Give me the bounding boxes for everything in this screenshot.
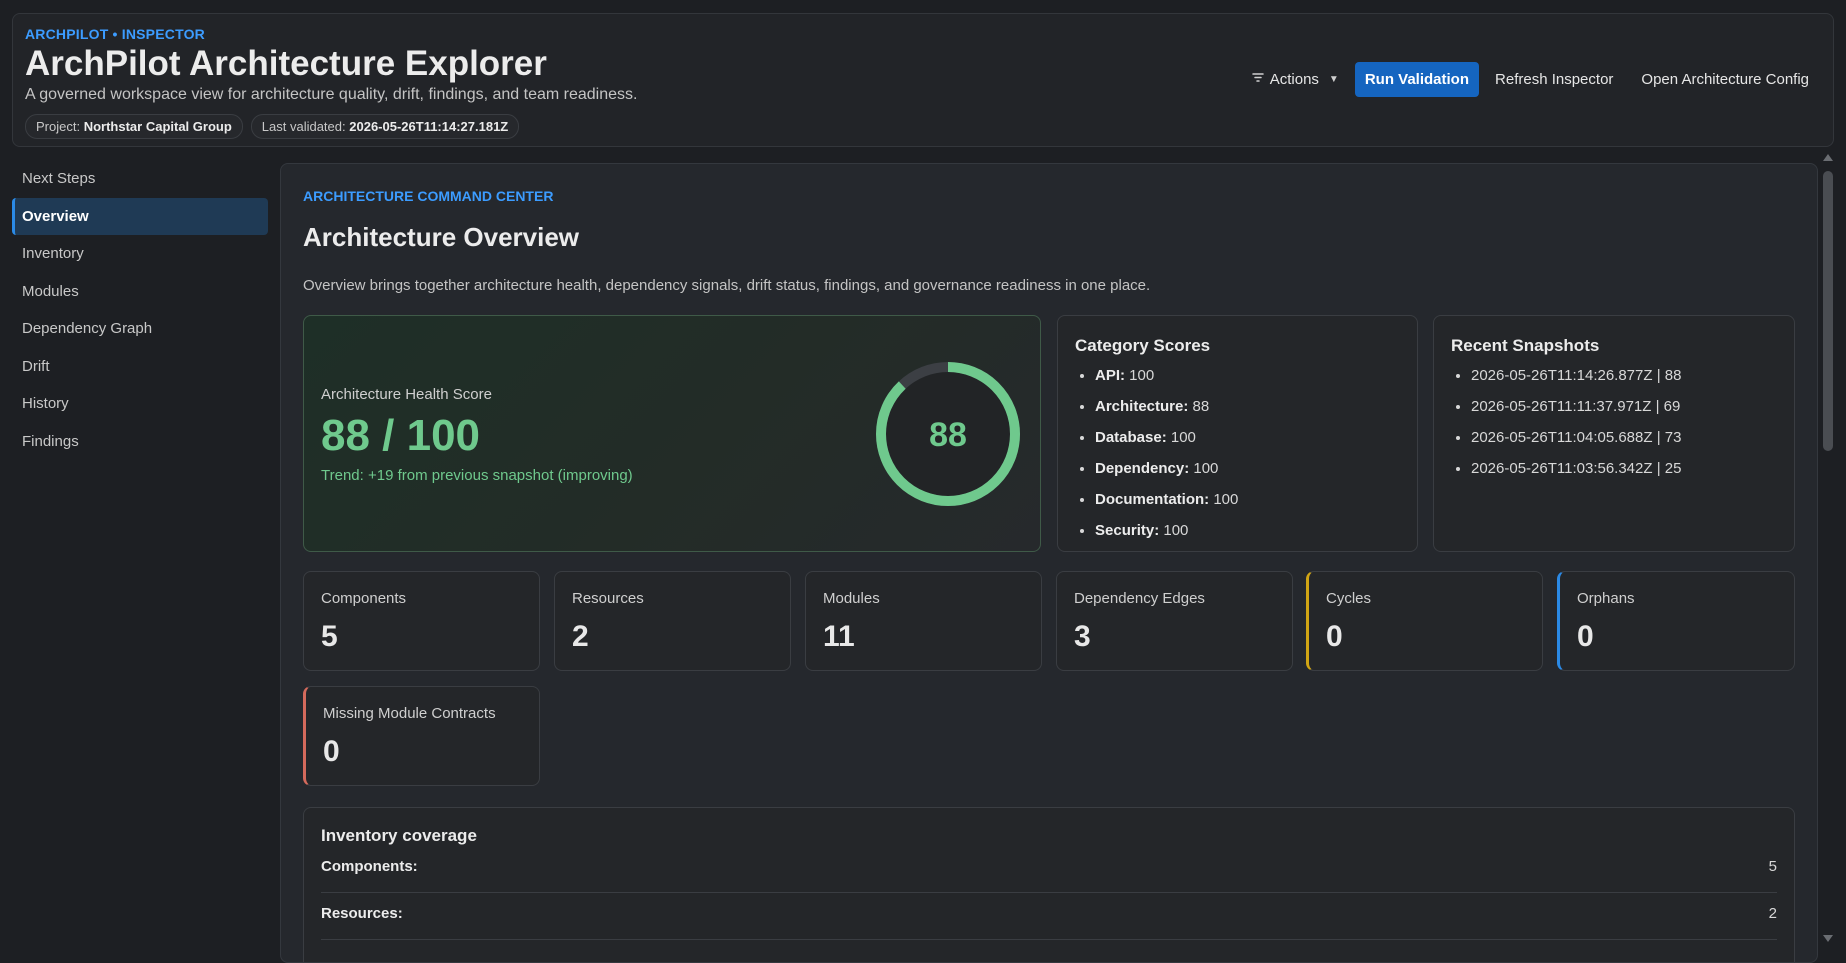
stat-card-orphans: Orphans 0 xyxy=(1557,571,1795,671)
page-title: Architecture Overview xyxy=(303,222,580,252)
health-gauge: 88 xyxy=(876,362,1020,506)
sidebar-item-overview[interactable]: Overview xyxy=(12,197,268,235)
refresh-inspector-button[interactable]: Refresh Inspector xyxy=(1483,62,1625,97)
page-scrollbar[interactable] xyxy=(1820,152,1836,942)
stat-card-modules: Modules 11 xyxy=(805,571,1042,671)
health-score-label: Architecture Health Score xyxy=(321,386,492,403)
stat-card-components: Components 5 xyxy=(303,571,540,671)
category-name: Architecture: xyxy=(1095,398,1189,415)
sidebar-item-modules[interactable]: Modules xyxy=(12,273,268,311)
health-trend: Trend: +19 from previous snapshot (impro… xyxy=(321,467,633,484)
stat-value: 0 xyxy=(1326,620,1343,653)
recent-snapshots-card: Recent Snapshots 2026-05-26T11:14:26.877… xyxy=(1433,315,1795,552)
list-item: Security: 100 xyxy=(1095,515,1238,546)
app-title: ArchPilot Architecture Explorer xyxy=(25,44,547,83)
stat-label: Missing Module Contracts xyxy=(323,705,496,722)
app-header: ARCHPILOT • INSPECTOR ArchPilot Architec… xyxy=(12,13,1834,147)
category-name: API: xyxy=(1095,367,1125,384)
sidebar-item-history[interactable]: History xyxy=(12,385,268,423)
stat-label: Resources xyxy=(572,590,644,607)
stat-label: Orphans xyxy=(1577,590,1635,607)
section-eyebrow: ARCHITECTURE COMMAND CENTER xyxy=(303,188,554,204)
validated-label: Last validated: xyxy=(261,119,346,134)
actions-label: Actions xyxy=(1269,71,1319,88)
list-item: Documentation: 100 xyxy=(1095,484,1238,515)
meta-pills: Project: Northstar Capital Group Last va… xyxy=(25,114,520,139)
category-value: 100 xyxy=(1193,460,1219,477)
sidebar-item-inventory[interactable]: Inventory xyxy=(12,235,268,273)
stat-value: 0 xyxy=(1577,620,1594,653)
list-item: Architecture: 88 xyxy=(1095,391,1238,422)
list-item: 2026-05-26T11:04:05.688Z | 73 xyxy=(1471,422,1681,453)
actions-menu-button[interactable]: Actions ▼ xyxy=(1240,62,1351,97)
filter-icon xyxy=(1251,72,1264,87)
category-name: Security: xyxy=(1095,522,1160,539)
project-pill: Project: Northstar Capital Group xyxy=(25,114,243,139)
main-panel: ARCHITECTURE COMMAND CENTER Architecture… xyxy=(280,163,1818,963)
project-label: Project: xyxy=(36,119,81,134)
category-value: 88 xyxy=(1192,398,1210,415)
category-scores-card: Category Scores API: 100 Architecture: 8… xyxy=(1057,315,1418,552)
scroll-thumb[interactable] xyxy=(1823,171,1833,451)
chevron-down-icon: ▼ xyxy=(1328,74,1339,85)
inventory-coverage-title: Inventory coverage xyxy=(321,826,477,845)
stat-card-missing-module-contracts: Missing Module Contracts 0 xyxy=(303,686,540,786)
open-config-button[interactable]: Open Architecture Config xyxy=(1629,62,1821,97)
table-row: Components: 5 xyxy=(321,846,1777,893)
list-item: Database: 100 xyxy=(1095,422,1238,453)
page-description: Overview brings together architecture he… xyxy=(303,277,1151,294)
stat-label: Cycles xyxy=(1326,590,1372,607)
validated-value: 2026-05-26T11:14:27.181Z xyxy=(349,119,509,134)
list-item: API: 100 xyxy=(1095,360,1238,391)
stat-value: 11 xyxy=(823,620,855,653)
inventory-row-label: Components: xyxy=(321,858,418,875)
category-scores-list: API: 100 Architecture: 88 Database: 100 … xyxy=(1075,360,1238,546)
validated-pill: Last validated: 2026-05-26T11:14:27.181Z xyxy=(250,114,520,139)
category-value: 100 xyxy=(1163,522,1189,539)
category-value: 100 xyxy=(1170,429,1196,446)
header-toolbar: Actions ▼ Run Validation Refresh Inspect… xyxy=(1240,62,1821,97)
stat-card-resources: Resources 2 xyxy=(554,571,791,671)
stat-value: 3 xyxy=(1074,620,1091,653)
scroll-down-arrow-icon[interactable] xyxy=(1823,935,1833,942)
stat-value: 5 xyxy=(321,620,338,653)
stat-card-cycles: Cycles 0 xyxy=(1306,571,1543,671)
stat-label: Modules xyxy=(823,590,880,607)
snapshots-list: 2026-05-26T11:14:26.877Z | 88 2026-05-26… xyxy=(1451,360,1681,484)
category-value: 100 xyxy=(1213,491,1239,508)
recent-snapshots-title: Recent Snapshots xyxy=(1451,336,1600,355)
table-row: Resources: 2 xyxy=(321,893,1777,940)
inventory-coverage-card: Inventory coverage Components: 5 Resourc… xyxy=(303,807,1795,962)
health-score-value: 88 / 100 xyxy=(321,411,481,460)
stat-label: Components xyxy=(321,590,407,607)
category-scores-title: Category Scores xyxy=(1075,336,1211,355)
sidebar-nav: Next Steps Overview Inventory Modules De… xyxy=(12,160,268,460)
sidebar-item-dependency-graph[interactable]: Dependency Graph xyxy=(12,310,268,348)
run-validation-button[interactable]: Run Validation xyxy=(1354,62,1480,97)
list-item: 2026-05-26T11:11:37.971Z | 69 xyxy=(1471,391,1681,422)
gauge-value: 88 xyxy=(929,416,967,454)
app-subtitle: A governed workspace view for architectu… xyxy=(25,86,638,103)
list-item: Dependency: 100 xyxy=(1095,453,1238,484)
stat-value: 2 xyxy=(572,620,589,653)
category-name: Dependency: xyxy=(1095,460,1190,477)
category-name: Documentation: xyxy=(1095,491,1210,508)
inventory-row-value: 5 xyxy=(1768,858,1777,875)
inventory-row-label: Resources: xyxy=(321,905,403,922)
stat-label: Dependency Edges xyxy=(1074,590,1205,607)
sidebar-item-drift[interactable]: Drift xyxy=(12,348,268,386)
stat-card-dependency-edges: Dependency Edges 3 xyxy=(1056,571,1293,671)
inventory-row-value: 2 xyxy=(1768,905,1777,922)
category-value: 100 xyxy=(1129,367,1155,384)
list-item: 2026-05-26T11:03:56.342Z | 25 xyxy=(1471,453,1681,484)
app-eyebrow: ARCHPILOT • INSPECTOR xyxy=(25,26,205,42)
health-score-card: Architecture Health Score 88 / 100 Trend… xyxy=(303,315,1041,552)
scroll-up-arrow-icon[interactable] xyxy=(1823,154,1833,161)
project-value: Northstar Capital Group xyxy=(83,119,232,134)
category-name: Database: xyxy=(1095,429,1167,446)
list-item: 2026-05-26T11:14:26.877Z | 88 xyxy=(1471,360,1681,391)
sidebar-item-next-steps[interactable]: Next Steps xyxy=(12,160,268,198)
stat-value: 0 xyxy=(323,735,340,768)
sidebar-item-findings[interactable]: Findings xyxy=(12,423,268,461)
